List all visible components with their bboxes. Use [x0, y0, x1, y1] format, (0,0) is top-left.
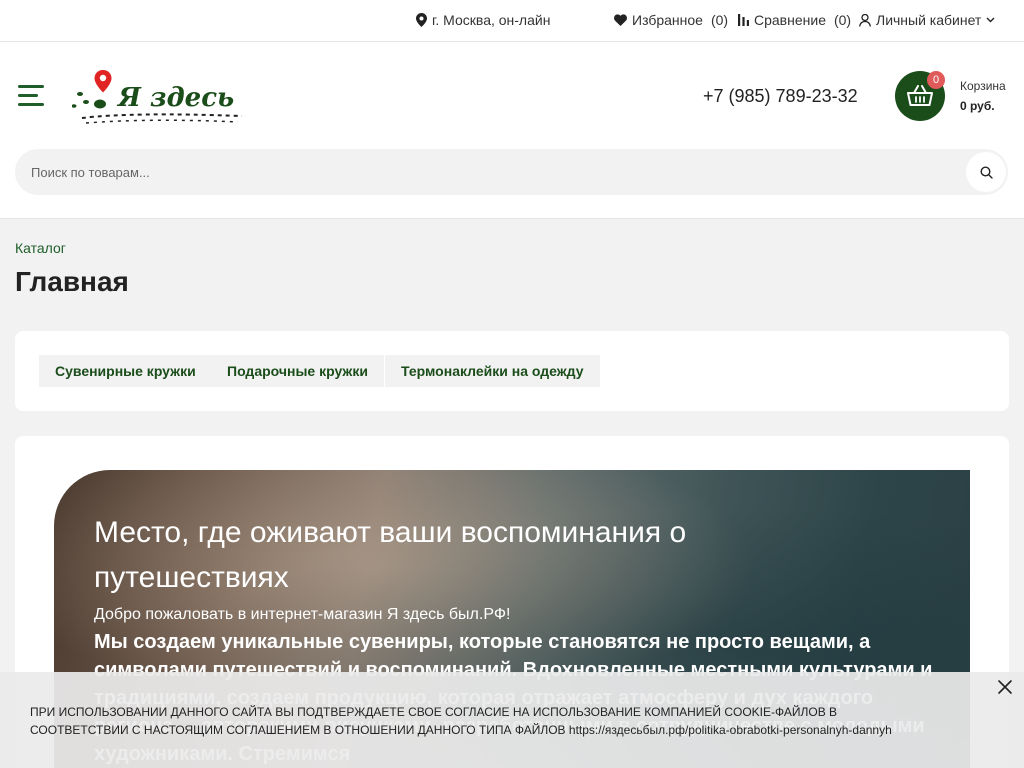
compare-icon	[738, 14, 749, 26]
compare-label: Сравнение	[754, 12, 826, 28]
cookie-text-block: ПРИ ИСПОЛЬЗОВАНИИ ДАННОГО САЙТА ВЫ ПОДТВ…	[30, 703, 930, 739]
site-logo[interactable]: Я здесь был!	[71, 68, 319, 126]
cart-count-badge: 0	[927, 71, 945, 89]
heart-icon	[614, 14, 627, 26]
cookie-policy-link[interactable]: https://яздесьбыл.рф/politika-obrabotki-…	[569, 723, 892, 737]
search-input[interactable]	[31, 149, 961, 195]
location-link[interactable]: г. Москва, он-лайн	[416, 12, 550, 28]
breadcrumb-catalog[interactable]: Каталог	[15, 240, 66, 256]
account-link[interactable]: Личный кабинет	[859, 12, 995, 28]
compare-count: (0)	[833, 12, 852, 28]
compare-link[interactable]: Сравнение (0)	[738, 12, 851, 28]
page-title: Главная	[15, 266, 129, 297]
hero-title: Место, где оживают ваши воспоминания о п…	[94, 516, 687, 594]
cart-title[interactable]: Корзина	[960, 79, 1006, 93]
svg-text:Я здесь был!: Я здесь был!	[116, 83, 244, 113]
site-header: Я здесь был! +7 (985) 789-23-32 0 Корзин…	[0, 42, 1024, 219]
burger-menu-icon[interactable]	[18, 85, 44, 107]
hero-subtitle: Добро пожаловать в интернет-магазин Я зд…	[94, 606, 511, 623]
category-gift-mugs[interactable]: Подарочные кружки	[211, 355, 384, 387]
search-button[interactable]	[966, 152, 1006, 192]
favorites-count: (0)	[710, 12, 729, 28]
category-list: Сувенирные кружки Подарочные кружки Терм…	[15, 331, 1009, 411]
category-thermo-stickers[interactable]: Термонаклейки на одежду	[385, 355, 600, 387]
favorites-link[interactable]: Избранное (0)	[614, 12, 728, 28]
account-label: Личный кабинет	[876, 12, 982, 28]
logo-graphic: Я здесь был!	[71, 70, 319, 124]
basket-icon	[907, 85, 933, 106]
close-icon[interactable]	[996, 678, 1014, 696]
phone-number[interactable]: +7 (985) 789-23-32	[703, 86, 858, 107]
top-bar: г. Москва, он-лайн Избранное (0) Сравнен…	[0, 0, 1024, 42]
cookie-banner: ПРИ ИСПОЛЬЗОВАНИИ ДАННОГО САЙТА ВЫ ПОДТВ…	[0, 672, 1024, 768]
user-icon	[859, 13, 871, 27]
category-souvenir-mugs[interactable]: Сувенирные кружки	[39, 355, 212, 387]
search-bar	[15, 149, 1008, 195]
cart-sum: 0 руб.	[960, 99, 995, 113]
location-text: г. Москва, он-лайн	[432, 12, 551, 28]
chevron-down-icon	[986, 17, 995, 23]
favorites-label: Избранное	[632, 12, 703, 28]
location-pin-icon	[416, 13, 427, 27]
search-icon	[979, 165, 993, 179]
